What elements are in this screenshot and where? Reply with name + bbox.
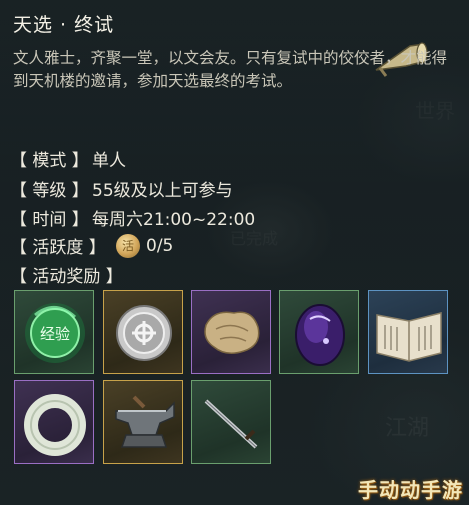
bone-fragment-icon: [204, 311, 260, 354]
info-time-key: 【 时间 】: [10, 210, 89, 230]
event-title: 天选 · 终试: [13, 14, 115, 36]
event-tooltip-panel: 天选 · 终试 文人雅士，齐聚一堂，以文会友。只有复试中的佼佼者，才能得到天机楼…: [0, 0, 469, 505]
info-level-value: 55级及以上可参与: [92, 181, 233, 201]
reward-slot-gem[interactable]: [279, 290, 359, 374]
info-mode-value: 单人: [92, 151, 126, 171]
reward-slot-anvil[interactable]: [103, 380, 183, 464]
svg-text:经验: 经验: [40, 325, 70, 343]
reward-slot-exp-pill[interactable]: 经验: [14, 290, 94, 374]
jade-exp-orb-icon: 经验: [25, 303, 85, 363]
info-mode: 【 模式 】 单人: [10, 146, 126, 171]
activity-coin-icon: [116, 233, 140, 258]
anvil-icon: [115, 395, 175, 448]
rewards-heading-label: 【 活动奖励 】: [10, 267, 123, 287]
reward-slot-fragment[interactable]: [191, 290, 271, 374]
watermark-logo: 手动动手游: [358, 478, 463, 502]
info-time: 【 时间 】 每周六21:00~22:00: [10, 205, 255, 230]
reward-slot-book[interactable]: [368, 290, 448, 374]
info-time-value: 每周六21:00~22:00: [92, 210, 256, 230]
reward-slot-ring[interactable]: [14, 380, 94, 464]
info-level: 【 等级 】 55级及以上可参与: [10, 176, 233, 201]
reward-slot-blade[interactable]: [191, 380, 271, 464]
open-book-icon: [376, 312, 442, 362]
info-activity: 【 活跃度 】 0/5: [10, 233, 173, 258]
sword-icon: [204, 399, 258, 449]
info-activity-key: 【 活跃度 】: [10, 238, 106, 258]
event-description: 文人雅士，齐聚一堂，以文会友。只有复试中的佼佼者，才能得到天机楼的邀请，参加天选…: [13, 49, 448, 90]
info-level-key: 【 等级 】: [10, 181, 89, 201]
jade-ring-icon: [24, 394, 86, 456]
rewards-heading: 【 活动奖励 】: [10, 262, 123, 287]
silver-coin-icon: [116, 305, 172, 361]
reward-slot-coin-token[interactable]: [103, 290, 183, 374]
purple-gem-icon: [295, 304, 345, 366]
info-mode-key: 【 模式 】: [10, 151, 89, 171]
info-activity-value: 0/5: [146, 235, 174, 256]
